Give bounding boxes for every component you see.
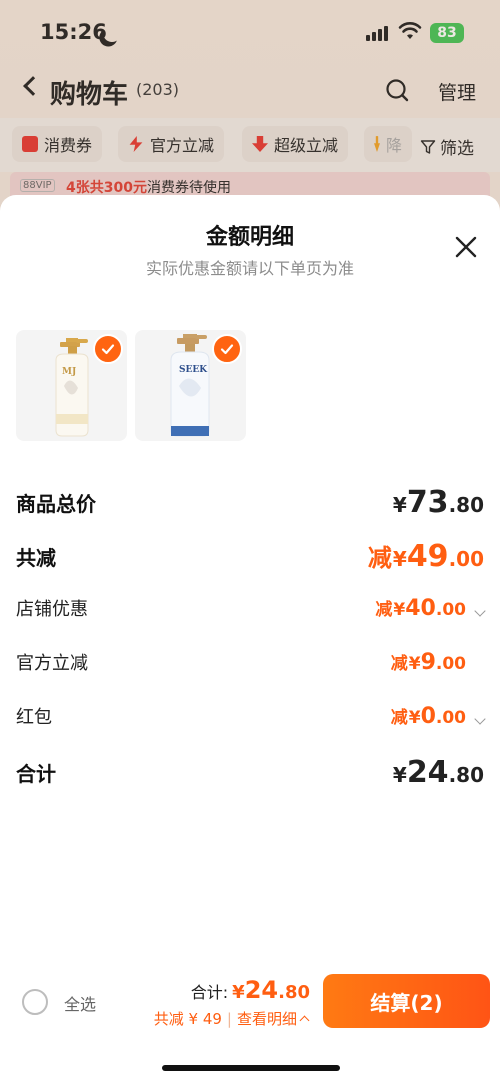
row-label: 红包 xyxy=(16,707,52,728)
product-thumbnail[interactable]: SEEK xyxy=(135,330,246,441)
amount-integer: 0 xyxy=(420,704,436,729)
row-label: 商品总价 xyxy=(16,492,96,516)
total-discount-amount: 减 ¥49.00 xyxy=(368,538,484,574)
row-total: 合计 ¥24.80 xyxy=(16,755,484,790)
sheet-title: 金额明细 xyxy=(205,225,294,250)
saving-text: 共减 ¥ 49 xyxy=(153,1010,222,1028)
currency-symbol: ¥ xyxy=(408,708,421,728)
selected-check-icon[interactable] xyxy=(212,334,242,364)
amount-decimal: .80 xyxy=(448,763,484,787)
discount-prefix: 减 xyxy=(390,708,408,728)
home-indicator xyxy=(162,1065,340,1071)
row-label: 官方立减 xyxy=(16,653,88,674)
row-official-discount: 官方立减 减 ¥9.00 xyxy=(16,649,484,675)
discount-prefix: 减 xyxy=(375,600,393,620)
chevron-up-icon[interactable] xyxy=(299,1015,310,1025)
bottom-total: 合计: ¥ 24 .80 xyxy=(191,976,310,1004)
row-total-discount: 共减 减 ¥49.00 xyxy=(16,538,484,574)
row-label: 店铺优惠 xyxy=(16,599,88,620)
chevron-down-icon[interactable] xyxy=(474,713,486,725)
product-thumbnails: MJ SEEK xyxy=(16,330,246,441)
svg-text:MJ: MJ xyxy=(62,367,76,377)
total-label: 合计: xyxy=(190,983,229,1002)
amount-integer: 49 xyxy=(406,539,449,574)
amount-integer: 24 xyxy=(406,755,449,790)
saving-summary[interactable]: 共减 ¥ 49 | 查看明细 xyxy=(153,1008,310,1029)
currency-symbol: ¥ xyxy=(393,600,406,620)
red-packet-amount: 减 ¥0.00 xyxy=(390,703,486,729)
store-discount-amount: 减 ¥40.00 xyxy=(375,595,486,621)
total-amount: ¥24.80 xyxy=(393,755,484,790)
amount-integer: 9 xyxy=(420,650,436,675)
amount-details-sheet: 金额明细 实际优惠金额请以下单页为准 MJ SEEK 商品总价 ¥ 73 .80… xyxy=(0,195,500,1082)
amount-decimal: .00 xyxy=(448,547,484,571)
svg-text:SEEK: SEEK xyxy=(179,365,208,375)
close-icon[interactable] xyxy=(454,235,478,259)
product-thumbnail[interactable]: MJ xyxy=(16,330,127,441)
divider: | xyxy=(226,1009,232,1028)
amount-integer: 40 xyxy=(405,596,436,621)
total-integer: 24 xyxy=(244,976,279,1004)
row-subtotal: 商品总价 ¥73.80 xyxy=(16,485,484,520)
checkout-bar: 全选 合计: ¥ 24 .80 共减 ¥ 49 | 查看明细 结算(2) xyxy=(0,970,500,1082)
sheet-subtitle: 实际优惠金额请以下单页为准 xyxy=(145,259,354,278)
view-details-link[interactable]: 查看明细 xyxy=(237,1008,297,1029)
amount-decimal: .00 xyxy=(435,708,466,728)
row-store-discount[interactable]: 店铺优惠 减 ¥40.00 xyxy=(16,595,486,621)
select-all-label[interactable]: 全选 xyxy=(64,991,96,1015)
official-discount-amount: 减 ¥9.00 xyxy=(391,649,484,675)
currency-symbol: ¥ xyxy=(232,982,245,1003)
amount-integer: 73 xyxy=(406,485,449,520)
selected-check-icon[interactable] xyxy=(93,334,123,364)
amount-decimal: .00 xyxy=(435,654,466,674)
discount-prefix: 减 xyxy=(390,654,408,674)
subtotal-amount: ¥73.80 xyxy=(393,485,484,520)
checkout-button[interactable]: 结算(2) xyxy=(323,974,490,1028)
total-decimal: .80 xyxy=(278,982,310,1003)
amount-decimal: .80 xyxy=(448,493,484,517)
currency-symbol: ¥ xyxy=(408,654,421,674)
currency-symbol: ¥ xyxy=(392,547,407,571)
amount-decimal: .00 xyxy=(435,600,466,620)
select-all-checkbox[interactable] xyxy=(22,989,48,1015)
row-label: 共减 xyxy=(16,545,56,570)
currency-symbol: ¥ xyxy=(392,763,407,787)
row-red-packet[interactable]: 红包 减 ¥0.00 xyxy=(16,703,486,729)
row-label: 合计 xyxy=(16,762,56,786)
chevron-down-icon[interactable] xyxy=(474,605,486,617)
currency-symbol: ¥ xyxy=(392,493,407,517)
discount-prefix: 减 xyxy=(367,544,392,572)
